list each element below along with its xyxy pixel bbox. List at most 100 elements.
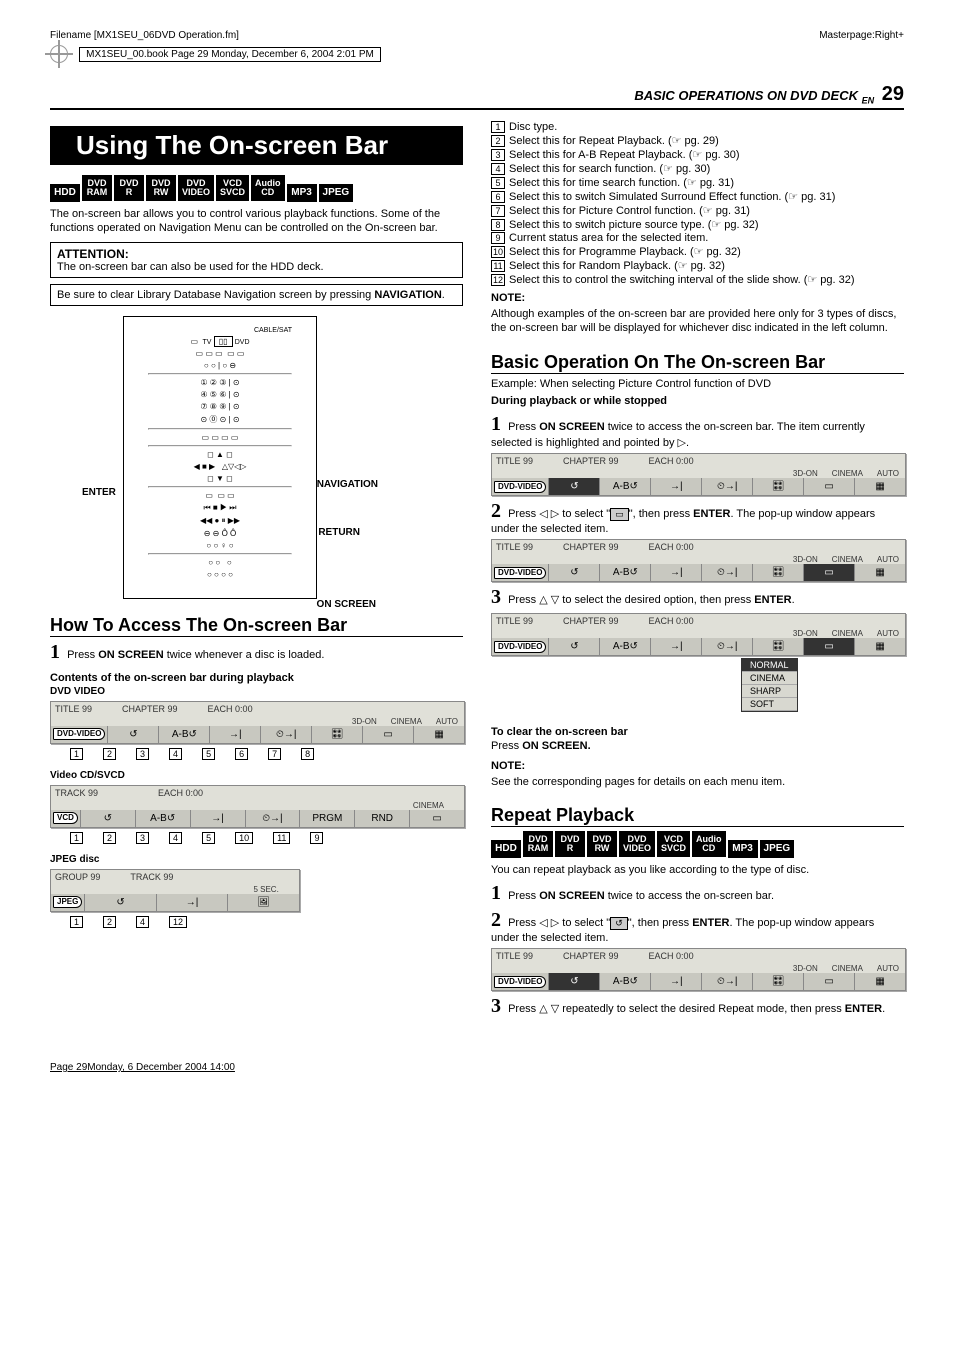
page-number: 29 (882, 83, 904, 105)
lang-code: EN (862, 96, 875, 106)
ref-item: 5Select this for time search function. (… (491, 176, 904, 189)
repeat-intro: You can repeat playback as you like acco… (491, 864, 904, 878)
badge-hdd: HDD (491, 840, 521, 858)
callout-navigation: NAVIGATION (317, 479, 378, 490)
dropdown-option[interactable]: CINEMA (742, 672, 797, 685)
osbar-jpeg: GROUP 99TRACK 995 SEC.JPEG↺→|🖼 (50, 869, 300, 912)
repeat-step2: 2 Press ◁ ▷ to select "↺", then press EN… (491, 909, 904, 944)
repeat-title: Repeat Playback (491, 805, 904, 827)
badge-vcd-svcd: VCDSVCD (216, 175, 249, 201)
ref-item: 6Select this to switch Simulated Surroun… (491, 190, 904, 203)
ref-item: 12Select this to control the switching i… (491, 273, 904, 286)
badge-mp3: MP3 (728, 840, 758, 858)
ref-item: 2Select this for Repeat Playback. (☞ pg.… (491, 134, 904, 147)
note2-text: See the corresponding pages for details … (491, 776, 904, 790)
tip-bold: NAVIGATION (374, 289, 441, 301)
legend-num: 2 (103, 916, 116, 928)
attention-text: The on-screen bar can also be used for t… (57, 261, 456, 273)
right-column: 1Disc type.2Select this for Repeat Playb… (491, 120, 904, 1022)
ref-item: 10Select this for Programme Playback. (☞… (491, 245, 904, 258)
crop-mark-icon (50, 45, 68, 63)
legend-num: 1 (70, 916, 83, 928)
legend-num: 2 (103, 748, 116, 760)
badge-dvd-video: DVDVIDEO (619, 831, 655, 857)
legend-num: 2 (103, 832, 116, 844)
callout-return: RETURN (318, 527, 360, 538)
section-title: BASIC OPERATIONS ON DVD DECK (634, 88, 858, 103)
legend-num: 11 (273, 832, 290, 844)
ref-item: 11Select this for Random Playback. (☞ pg… (491, 259, 904, 272)
legend-num: 5 (202, 832, 215, 844)
badge-dvd-rw: DVDRW (146, 175, 176, 201)
dvd-video-label: DVD VIDEO (50, 686, 463, 697)
repeat-step3: 3 Press △ ▽ repeatedly to select the des… (491, 995, 904, 1018)
ref-item: 1Disc type. (491, 121, 904, 133)
legend-num: 10 (235, 832, 253, 844)
callout-enter: ENTER (82, 487, 116, 498)
legend-num: 6 (235, 748, 248, 760)
running-header: BASIC OPERATIONS ON DVD DECK EN 29 (50, 83, 904, 110)
legend-num: 3 (136, 832, 149, 844)
howto-step1: 1 Press ON SCREEN twice whenever a disc … (50, 641, 463, 664)
picture-dropdown: NORMALCINEMASHARPSOFT (741, 658, 798, 712)
reference-list: 1Disc type.2Select this for Repeat Playb… (491, 121, 904, 286)
picture-icon: ▭ (610, 508, 629, 521)
masterpage: Masterpage:Right+ (819, 30, 904, 41)
remote-cable-label: CABLE/SAT (130, 327, 310, 334)
callout-onscreen: ON SCREEN (317, 599, 376, 610)
osbar-rp: TITLE 99CHAPTER 99EACH 0:003D-ONCINEMAAU… (491, 948, 906, 991)
basicop-during: During playback or while stopped (491, 395, 904, 409)
legend-num: 5 (202, 748, 215, 760)
attention-title: ATTENTION: (57, 247, 456, 261)
legend-num: 4 (169, 832, 182, 844)
format-badges: HDDDVDRAMDVDRDVDRWDVDVIDEOVCDSVCDAudioCD… (50, 175, 463, 202)
clear-title: To clear the on-screen bar (491, 726, 628, 738)
howto-title: How To Access The On-screen Bar (50, 615, 463, 637)
ref-item: 3Select this for A-B Repeat Playback. (☞… (491, 148, 904, 161)
badge-vcd-svcd: VCDSVCD (657, 831, 690, 857)
osbar-dvd: TITLE 99CHAPTER 99EACH 0:003D-ONCINEMAAU… (50, 701, 465, 744)
ref-item: 9Current status area for the selected it… (491, 232, 904, 244)
dropdown-option[interactable]: SOFT (742, 698, 797, 711)
remote-diagram: CABLE/SAT ▭ TV ▯▯ DVD ▭ ▭ ▭ ▭ ▭ ○ ○ | ○ … (123, 316, 317, 599)
repeat-step1: 1 Press ON SCREEN twice to access the on… (491, 882, 904, 905)
note1-title: NOTE: (491, 292, 904, 304)
badge-hdd: HDD (50, 184, 80, 202)
ref-item: 7Select this for Picture Control functio… (491, 204, 904, 217)
filename: Filename [MX1SEU_06DVD Operation.fm] (50, 30, 239, 41)
contents-title: Contents of the on-screen bar during pla… (50, 672, 463, 684)
ref-item: 4Select this for search function. (☞ pg.… (491, 162, 904, 175)
basicop-title: Basic Operation On The On-screen Bar (491, 352, 904, 374)
legend-num: 8 (301, 748, 314, 760)
vcd-label: Video CD/SVCD (50, 770, 463, 781)
bookline-row: MX1SEU_00.book Page 29 Monday, December … (50, 45, 904, 63)
legend-num: 9 (310, 832, 323, 844)
top-meta: Filename [MX1SEU_06DVD Operation.fm] Mas… (50, 30, 904, 41)
basicop-step1: 1 Press ON SCREEN twice to access the on… (491, 413, 904, 449)
badge-dvd-r: DVDR (114, 175, 144, 201)
page-title: Using The On-screen Bar (50, 126, 463, 165)
legend-num: 12 (169, 916, 187, 928)
badge-mp3: MP3 (287, 184, 317, 202)
legend-num: 1 (70, 832, 83, 844)
attention-box: ATTENTION: The on-screen bar can also be… (50, 242, 463, 278)
dropdown-option[interactable]: SHARP (742, 685, 797, 698)
legend-dvd: 12345678 (70, 748, 463, 760)
basicop-step2: 2 Press ◁ ▷ to select "▭", then press EN… (491, 500, 904, 535)
ref-item: 8Select this to switch picture source ty… (491, 218, 904, 231)
jpeg-label: JPEG disc (50, 854, 463, 865)
dropdown-option[interactable]: NORMAL (742, 659, 797, 672)
legend-num: 7 (268, 748, 281, 760)
tip-pre: Be sure to clear Library Database Naviga… (57, 289, 374, 301)
badge-jpeg: JPEG (319, 184, 354, 202)
footer: Page 29Monday, 6 December 2004 14:00 (50, 1062, 904, 1073)
note2-title: NOTE: (491, 760, 904, 772)
osbar-bo1: TITLE 99CHAPTER 99EACH 0:003D-ONCINEMAAU… (491, 453, 906, 496)
badge-dvd-rw: DVDRW (587, 831, 617, 857)
note1-text: Although examples of the on-screen bar a… (491, 308, 904, 336)
legend-num: 4 (136, 916, 149, 928)
basicop-example: Example: When selecting Picture Control … (491, 378, 904, 392)
badge-dvd-ram: DVDRAM (82, 175, 112, 201)
legend-num: 3 (136, 748, 149, 760)
repeat-icon: ↺ (610, 917, 628, 930)
